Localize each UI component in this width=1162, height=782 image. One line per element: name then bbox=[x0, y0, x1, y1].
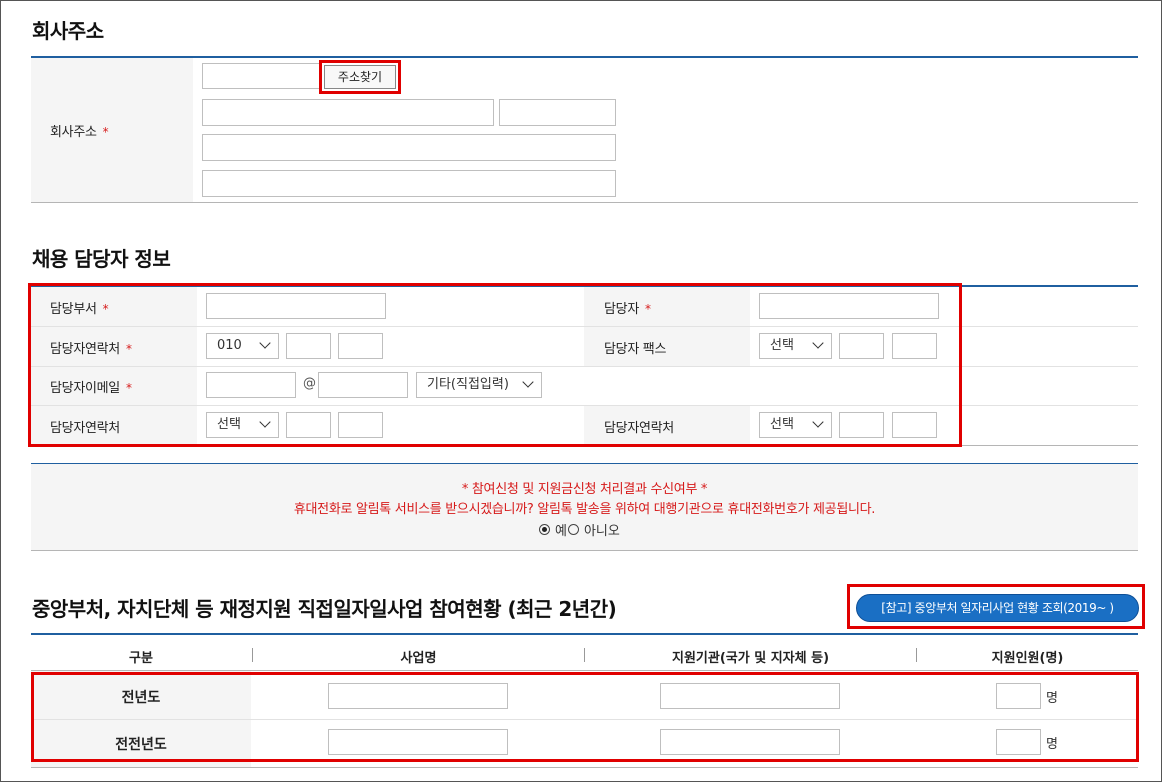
table-bottom-line bbox=[31, 767, 1138, 768]
notice-text: 휴대전화로 알림톡 서비스를 받으시겠습니까? 알림톡 발송을 위하여 대행기관… bbox=[293, 502, 876, 517]
address-label: 회사주소 * bbox=[50, 125, 109, 140]
address-main-input[interactable] bbox=[202, 99, 494, 126]
company-address-title: 회사주소 bbox=[32, 19, 104, 43]
manager-info-highlight bbox=[28, 283, 962, 447]
address-extra-input[interactable] bbox=[499, 99, 616, 126]
table-top-line bbox=[31, 633, 1138, 635]
address-search-button[interactable]: 주소찾기 bbox=[324, 65, 396, 89]
radio-yes-label: 예 bbox=[555, 524, 567, 539]
section-bottom-line bbox=[31, 202, 1138, 203]
radio-no-label: 아니오 bbox=[583, 524, 620, 539]
address-english-input[interactable] bbox=[202, 170, 616, 197]
participation-title: 중앙부처, 자치단체 등 재정지원 직접일자일사업 참여현황 (최근 2년간) bbox=[32, 597, 617, 621]
col-header-agency: 지원기관(국가 및 지자체 등) bbox=[671, 651, 830, 666]
radio-no[interactable] bbox=[567, 524, 579, 535]
col-header-category: 구분 bbox=[129, 651, 153, 666]
zipcode-input[interactable] bbox=[202, 63, 322, 89]
col-header-headcount: 지원인원(명) bbox=[991, 651, 1064, 666]
col-header-program: 사업명 bbox=[400, 651, 437, 666]
notice-bottom-line bbox=[31, 550, 1138, 551]
sms-consent-group: 예 아니오 bbox=[539, 520, 620, 539]
address-detail-input[interactable] bbox=[202, 134, 616, 161]
section-divider bbox=[31, 56, 1138, 58]
radio-yes[interactable] bbox=[539, 524, 550, 535]
notice-title: * 참여신청 및 지원금신청 처리결과 수신여부 * bbox=[461, 482, 708, 497]
manager-title: 채용 담당자 정보 bbox=[32, 247, 171, 271]
participation-rows-highlight bbox=[31, 672, 1139, 762]
job-program-lookup-button[interactable]: [참고] 중앙부처 일자리사업 현황 조회(2019~ ) bbox=[856, 594, 1139, 622]
